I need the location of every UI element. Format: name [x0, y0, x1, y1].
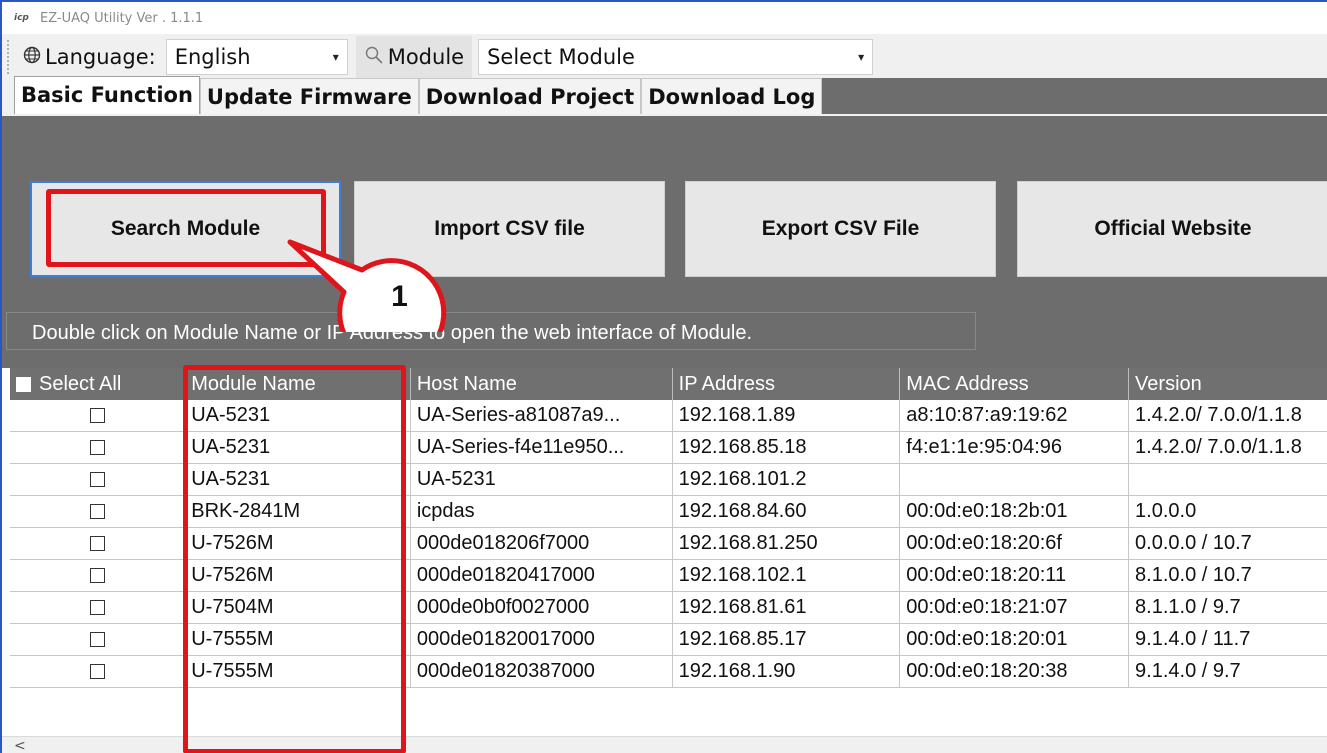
version-cell: 8.1.1.0 / 9.7 — [1128, 591, 1327, 624]
tab-download-log[interactable]: Download Log — [641, 78, 823, 114]
language-label: Language: — [45, 45, 156, 69]
column-header-ip-address[interactable]: IP Address — [672, 368, 901, 400]
toolbar-grip[interactable] — [7, 40, 13, 74]
version-cell: 1.0.0.0 — [1128, 495, 1327, 528]
row-select-cell[interactable] — [10, 655, 186, 688]
row-select-cell[interactable] — [10, 527, 186, 560]
export-csv-button[interactable]: Export CSV File — [685, 181, 996, 277]
mac-address-cell: f4:e1:1e:95:04:96 — [899, 431, 1130, 464]
select-all-checkbox[interactable] — [16, 376, 31, 392]
tab-download-project[interactable]: Download Project — [418, 78, 642, 114]
host-name-cell: UA-Series-f4e11e950... — [410, 431, 673, 464]
ip-address-cell[interactable]: 192.168.101.2 — [672, 463, 901, 496]
module-button[interactable]: Module — [355, 36, 473, 78]
row-select-cell[interactable] — [10, 495, 186, 528]
select-all-header[interactable]: Select All — [10, 368, 186, 400]
version-cell: 9.1.4.0 / 11.7 — [1128, 623, 1327, 656]
mac-address-cell — [899, 463, 1130, 496]
column-header-host-name[interactable]: Host Name — [410, 368, 673, 400]
version-cell: 8.1.0.0 / 10.7 — [1128, 559, 1327, 592]
chevron-down-icon[interactable]: ▾ — [333, 50, 347, 64]
mac-address-cell: 00:0d:e0:18:2b:01 — [899, 495, 1130, 528]
host-name-cell: 000de0b0f0027000 — [410, 591, 673, 624]
row-select-cell[interactable] — [10, 623, 186, 656]
ip-address-cell[interactable]: 192.168.81.250 — [672, 527, 901, 560]
module-label: Module — [387, 45, 465, 69]
row-select-cell[interactable] — [10, 591, 186, 624]
ip-address-cell[interactable]: 192.168.102.1 — [672, 559, 901, 592]
app-window: icp EZ-UAQ Utility Ver . 1.1.1 Language:… — [0, 0, 1327, 753]
icpdas-logo-icon: icp — [14, 13, 29, 23]
tab-strip: Basic Function Update Firmware Download … — [2, 76, 1327, 114]
ip-address-cell[interactable]: 192.168.84.60 — [672, 495, 901, 528]
mac-address-cell: 00:0d:e0:18:20:01 — [899, 623, 1130, 656]
column-header-version[interactable]: Version — [1128, 368, 1327, 400]
mac-address-cell: a8:10:87:a9:19:62 — [899, 400, 1130, 432]
mac-address-cell: 00:0d:e0:18:20:11 — [899, 559, 1130, 592]
row-checkbox[interactable] — [89, 568, 105, 584]
select-all-label: Select All — [39, 372, 122, 395]
row-select-cell[interactable] — [10, 400, 186, 432]
mac-address-cell: 00:0d:e0:18:21:07 — [899, 591, 1130, 624]
version-cell: 1.4.2.0/ 7.0.0/1.1.8 — [1128, 400, 1327, 432]
title-bar: icp EZ-UAQ Utility Ver . 1.1.1 — [2, 2, 1327, 34]
host-name-cell: UA-5231 — [410, 463, 673, 496]
row-checkbox[interactable] — [89, 632, 105, 648]
host-name-cell: icpdas — [410, 495, 673, 528]
host-name-cell: 000de018206f7000 — [410, 527, 673, 560]
row-checkbox[interactable] — [89, 472, 105, 488]
language-select[interactable]: English ▾ — [165, 39, 348, 75]
globe-icon — [23, 46, 41, 69]
row-checkbox[interactable] — [89, 600, 105, 616]
ip-address-cell[interactable]: 192.168.85.17 — [672, 623, 901, 656]
ip-address-cell[interactable]: 192.168.1.90 — [672, 655, 901, 688]
search-icon — [364, 45, 384, 69]
row-checkbox[interactable] — [89, 408, 105, 424]
version-cell — [1128, 463, 1327, 496]
host-name-cell: 000de01820017000 — [410, 623, 673, 656]
ip-address-cell[interactable]: 192.168.1.89 — [672, 400, 901, 432]
mac-address-cell: 00:0d:e0:18:20:38 — [899, 655, 1130, 688]
row-checkbox[interactable] — [89, 504, 105, 520]
column-header-mac-address[interactable]: MAC Address — [899, 368, 1130, 400]
row-select-cell[interactable] — [10, 463, 186, 496]
chevron-down-icon[interactable]: ▾ — [858, 50, 872, 64]
ip-address-cell[interactable]: 192.168.81.61 — [672, 591, 901, 624]
row-checkbox[interactable] — [89, 664, 105, 680]
version-cell: 0.0.0.0 / 10.7 — [1128, 527, 1327, 560]
module-select-value: Select Module — [487, 45, 635, 69]
tab-basic-function[interactable]: Basic Function — [14, 76, 200, 114]
row-checkbox[interactable] — [89, 440, 105, 456]
module-name-column-highlight — [183, 365, 406, 753]
mac-address-cell: 00:0d:e0:18:20:6f — [899, 527, 1130, 560]
host-name-cell: UA-Series-a81087a9... — [410, 400, 673, 432]
module-select[interactable]: Select Module ▾ — [478, 39, 874, 75]
window-title: EZ-UAQ Utility Ver . 1.1.1 — [40, 10, 204, 26]
host-name-cell: 000de01820387000 — [410, 655, 673, 688]
row-select-cell[interactable] — [10, 431, 186, 464]
callout-number: 1 — [391, 280, 408, 313]
language-select-value: English — [174, 45, 251, 69]
row-select-cell[interactable] — [10, 559, 186, 592]
tab-update-firmware[interactable]: Update Firmware — [199, 78, 419, 114]
official-website-button[interactable]: Official Website — [1017, 181, 1327, 277]
version-cell: 1.4.2.0/ 7.0.0/1.1.8 — [1128, 431, 1327, 464]
row-checkbox[interactable] — [89, 536, 105, 552]
host-name-cell: 000de01820417000 — [410, 559, 673, 592]
ip-address-cell[interactable]: 192.168.85.18 — [672, 431, 901, 464]
version-cell: 9.1.4.0 / 9.7 — [1128, 655, 1327, 688]
scroll-left-arrow-icon[interactable]: < — [14, 737, 26, 753]
tab-strip-fill — [822, 78, 1327, 114]
